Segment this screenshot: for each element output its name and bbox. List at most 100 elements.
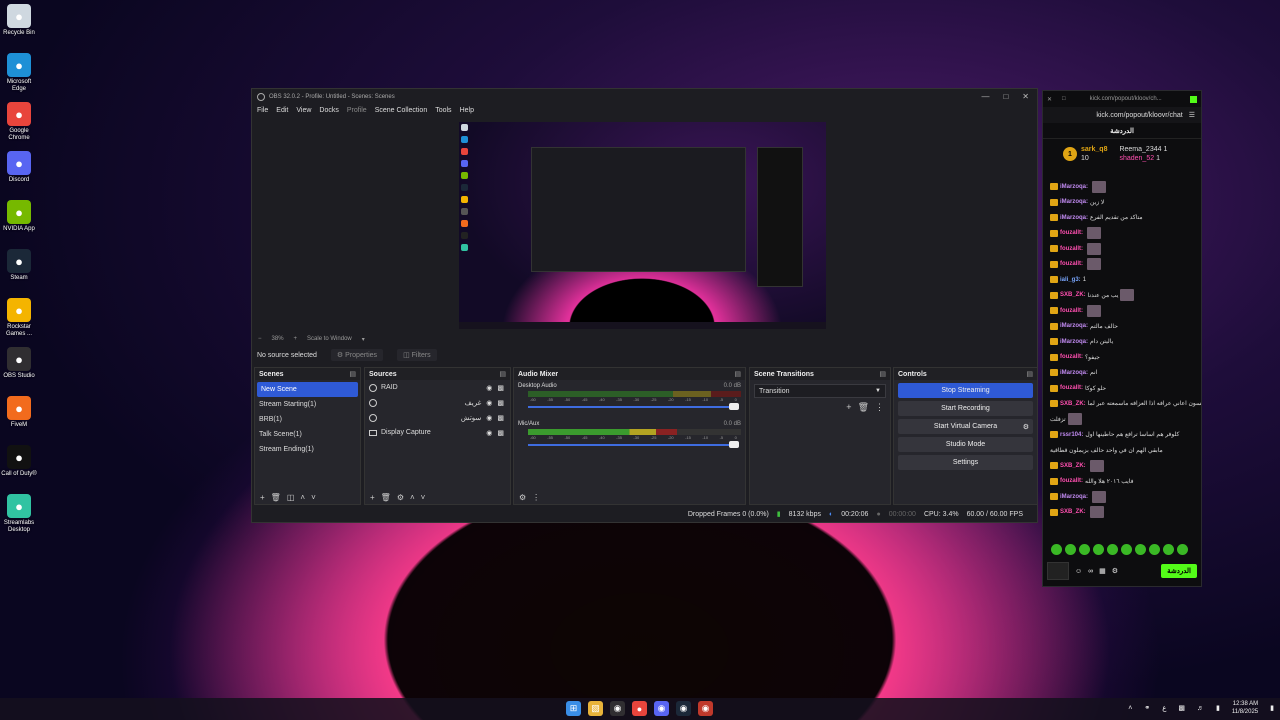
desktop-shortcut[interactable]: ● Microsoft Edge [0,51,38,100]
eye-icon[interactable]: ◉ [486,429,492,437]
start-virtual-camera-button[interactable]: Start Virtual Camera ⚙ [898,419,1033,434]
chat-username[interactable]: fouzallt: [1060,308,1083,314]
source-item[interactable]: غريف ◉ ▩ [365,395,510,410]
add-source-button[interactable]: + [370,493,375,502]
chat-username[interactable]: fouzallt: [1060,261,1083,267]
language-indicator[interactable]: ع [1162,704,1166,712]
menu-tools[interactable]: Tools [435,107,451,114]
chat-username[interactable]: iMarzoqa: [1060,184,1088,190]
studio-mode-button[interactable]: Studio Mode [898,437,1033,452]
chat-username[interactable]: iMarzoqa: [1060,323,1088,329]
scene-item[interactable]: Stream Starting(1) [255,397,360,412]
scene-item[interactable]: BRB(1) [255,412,360,427]
obs-icon[interactable]: ◉ [610,701,625,716]
scene-item[interactable]: Talk Scene(1) [255,427,360,442]
transition-select[interactable]: Transition ▼ [754,384,886,398]
emoji-icon[interactable]: ☺ [1075,568,1082,575]
eye-icon[interactable]: ◉ [486,414,492,422]
file-explorer-icon[interactable]: ▧ [588,701,603,716]
chat-username[interactable]: fouzallt: [1060,478,1083,484]
add-transition-button[interactable]: + [846,402,851,413]
start-recording-button[interactable]: Start Recording [898,401,1033,416]
remove-scene-button[interactable]: 🗑 [271,493,281,502]
lock-icon[interactable]: ▩ [497,429,504,437]
notification-icon[interactable]: ▮ [1270,704,1274,712]
emote-icon[interactable] [1163,544,1174,555]
lock-icon[interactable]: ▩ [497,399,504,407]
desktop-shortcut[interactable]: ● Rockstar Games ... [0,296,38,345]
emote-icon[interactable] [1079,544,1090,555]
battery-icon[interactable]: ▮ [1216,704,1220,712]
microphone-icon[interactable]: ⚭ [1144,704,1150,712]
chat-username[interactable]: SXB_ZK: [1060,401,1086,407]
stop-streaming-button[interactable]: Stop Streaming [898,383,1033,398]
minimize-button[interactable]: — [981,92,989,101]
desktop-shortcut[interactable]: ● Discord [0,149,38,198]
start-icon[interactable]: ⊞ [566,701,581,716]
menu-view[interactable]: View [296,107,311,114]
chevron-up-icon[interactable]: ˄ [1128,705,1132,712]
chat-input-field[interactable] [1047,562,1069,580]
emote-icon[interactable] [1051,544,1062,555]
more-options-icon[interactable]: ⋮ [532,493,540,502]
leader-name[interactable]: Reema_2344 [1119,146,1161,153]
scene-item[interactable]: Stream Ending(1) [255,442,360,457]
desktop-shortcut[interactable]: ● Google Chrome [0,100,38,149]
more-options-icon[interactable]: ⋮ [875,402,884,413]
remove-source-button[interactable]: 🗑 [381,493,391,502]
gift-icon[interactable]: ▦ [1099,567,1106,575]
steam-icon[interactable]: ◉ [676,701,691,716]
close-button[interactable]: ✕ [1022,92,1029,101]
emote-icon[interactable] [1107,544,1118,555]
filters-button[interactable]: ◫ Filters [397,349,437,361]
send-button[interactable]: الدردشة [1161,564,1197,578]
chat-username[interactable]: iMarzoqa: [1060,339,1088,345]
lock-icon[interactable]: ▩ [497,414,504,422]
source-properties-button[interactable]: ⚙ [397,493,404,502]
emote-icon[interactable] [1177,544,1188,555]
scene-filter-button[interactable]: ◫ [287,493,295,502]
desktop-shortcut[interactable]: ● Recycle Bin [0,2,38,51]
infinity-icon[interactable]: ∞ [1088,568,1093,575]
remove-transition-button[interactable]: 🗑 [858,402,869,413]
move-down-button[interactable]: ˅ [421,493,426,502]
menu-docks[interactable]: Docks [319,107,338,114]
leader-name[interactable]: shaden_52 [1119,155,1154,162]
emote-icon[interactable] [1065,544,1076,555]
chat-username[interactable]: SXB_ZK: [1060,292,1086,298]
emote-icon[interactable] [1149,544,1160,555]
dock-menu-icon[interactable]: ▤ [879,370,886,378]
move-down-button[interactable]: ˅ [311,493,316,502]
dock-menu-icon[interactable]: ▤ [499,370,506,378]
dock-menu-icon[interactable]: ▤ [1026,370,1033,378]
move-up-button[interactable]: ˄ [410,493,415,502]
emote-icon[interactable] [1135,544,1146,555]
source-item[interactable]: سوتش ◉ ▩ [365,410,510,425]
source-item[interactable]: RAID ◉ ▩ [365,380,510,395]
chat-username[interactable]: fouzallt: [1060,385,1083,391]
settings-button[interactable]: Settings [898,455,1033,470]
eye-icon[interactable]: ◉ [486,399,492,407]
chrome-icon[interactable]: ● [632,701,647,716]
emote-icon[interactable] [1093,544,1104,555]
chat-username[interactable]: SXB_ZK: [1060,509,1086,515]
dock-menu-icon[interactable]: ▤ [734,370,741,378]
desktop-shortcut[interactable]: ● Steam [0,247,38,296]
menu-scene-collection[interactable]: Scene Collection [375,107,428,114]
lock-icon[interactable]: ▩ [497,384,504,392]
eye-icon[interactable]: ◉ [486,384,492,392]
maximize-button[interactable]: □ [1062,96,1066,102]
scene-item[interactable]: New Scene [257,382,358,397]
volume-slider[interactable] [528,441,739,448]
chevron-down-icon[interactable]: ▾ [362,336,365,343]
chat-username[interactable]: fouzallt: [1060,246,1083,252]
desktop-shortcut[interactable]: ● Call of Duty® [0,443,38,492]
zoom-out-button[interactable]: − [258,336,262,342]
gear-icon[interactable]: ⚙ [1023,423,1029,431]
close-button[interactable]: ✕ [1047,96,1052,103]
chat-username[interactable]: iMarzoqa: [1060,494,1088,500]
chat-username[interactable]: SXB_ZK: [1060,463,1086,469]
move-up-button[interactable]: ˄ [300,493,305,502]
volume-icon[interactable]: ♬ [1197,705,1204,712]
game-icon[interactable]: ◉ [698,701,713,716]
